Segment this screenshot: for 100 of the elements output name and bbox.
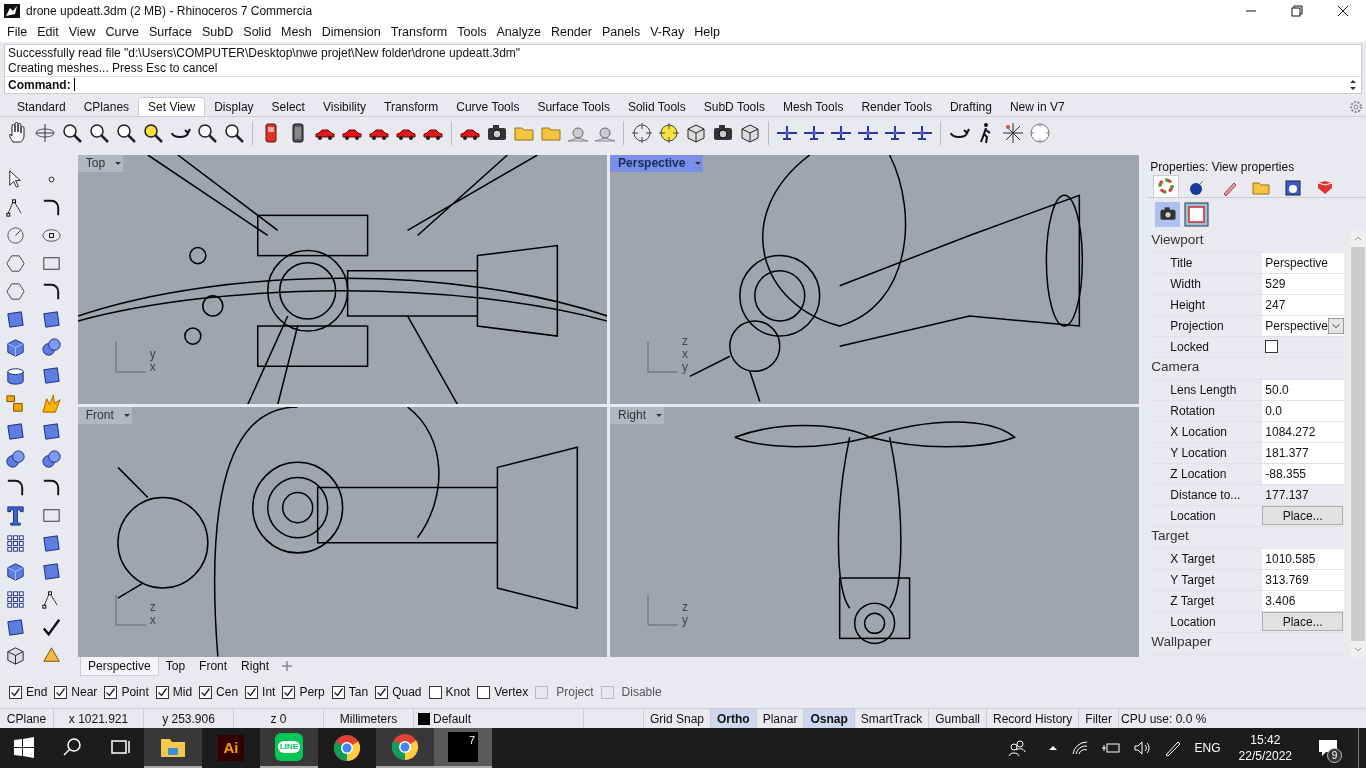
place-button[interactable]: Place... bbox=[1262, 506, 1343, 526]
speaker-icon[interactable] bbox=[1132, 740, 1151, 756]
viewport[interactable]: Top y x bbox=[77, 154, 608, 405]
viewport-tab[interactable]: Right bbox=[234, 657, 277, 676]
taskbar-app[interactable] bbox=[376, 728, 434, 768]
checkbox[interactable] bbox=[331, 685, 345, 699]
viewport-title[interactable]: Perspective bbox=[610, 154, 694, 172]
clock-time[interactable]: 15:42 bbox=[1250, 732, 1281, 748]
toolbar-tab[interactable]: Solid Tools bbox=[618, 97, 695, 116]
spheres-icon[interactable] bbox=[4, 447, 27, 471]
dropdown-caret-icon[interactable] bbox=[654, 407, 665, 425]
compass-icon[interactable] bbox=[1028, 120, 1052, 145]
frame-icon[interactable] bbox=[1184, 201, 1210, 227]
checkbox[interactable] bbox=[282, 685, 296, 699]
property-value[interactable]: Perspective bbox=[1262, 252, 1344, 273]
viewport[interactable]: Perspective z x y bbox=[610, 154, 1140, 405]
checkbox[interactable] bbox=[54, 685, 68, 699]
dropdown-caret-icon[interactable] bbox=[113, 154, 124, 172]
settings-icon[interactable] bbox=[1348, 98, 1364, 115]
checkbox[interactable] bbox=[375, 685, 389, 699]
toolbar-tab[interactable]: Select bbox=[262, 97, 314, 116]
viewport-title[interactable]: Top bbox=[77, 154, 114, 172]
checkbox[interactable] bbox=[245, 685, 259, 699]
menu-item[interactable]: Panels bbox=[596, 22, 646, 42]
toolbar-tab[interactable]: New in V7 bbox=[1000, 97, 1074, 116]
menu-item[interactable]: Edit bbox=[32, 22, 64, 42]
toolbar-tab[interactable]: Render Tools bbox=[852, 97, 941, 116]
people-icon[interactable] bbox=[1006, 738, 1027, 758]
menu-item[interactable]: Tools bbox=[452, 22, 492, 42]
checkbox[interactable] bbox=[155, 685, 169, 699]
menu-item[interactable]: Help bbox=[689, 22, 725, 42]
viewport-title[interactable]: Right bbox=[610, 407, 655, 425]
property-value[interactable]: 181.377 bbox=[1262, 442, 1344, 463]
clock-date[interactable]: 22/5/2022 bbox=[1238, 748, 1292, 764]
menu-item[interactable]: View bbox=[63, 22, 101, 42]
battery-icon[interactable] bbox=[1100, 741, 1121, 755]
property-value[interactable]: 0.0 bbox=[1262, 400, 1344, 421]
toolbar-tab[interactable]: CPlanes bbox=[74, 97, 139, 116]
sun-star-icon[interactable] bbox=[1001, 120, 1025, 145]
status-toggle[interactable]: Ortho bbox=[710, 709, 756, 728]
language-indicator[interactable]: ENG bbox=[1194, 739, 1221, 757]
help-window-icon[interactable] bbox=[1284, 178, 1303, 197]
checkbox[interactable] bbox=[428, 685, 442, 699]
menu-item[interactable]: Solid bbox=[238, 22, 277, 42]
status-toggle[interactable]: Osnap bbox=[803, 709, 854, 728]
spheres-icon[interactable] bbox=[39, 335, 63, 359]
place-button[interactable]: Place... bbox=[1262, 612, 1343, 632]
menu-item[interactable]: File bbox=[2, 22, 33, 42]
taskbar-app[interactable]: Ai bbox=[202, 728, 260, 768]
layer-name[interactable]: Default bbox=[433, 709, 472, 728]
checkbox[interactable] bbox=[104, 685, 118, 699]
wifi-icon[interactable] bbox=[1070, 740, 1089, 756]
viewport-title[interactable]: Front bbox=[77, 407, 122, 425]
checkbox[interactable] bbox=[9, 685, 22, 699]
property-value[interactable]: 1084.272 bbox=[1262, 421, 1344, 442]
menu-item[interactable]: Curve bbox=[100, 22, 144, 42]
toolbar-tab[interactable]: Mesh Tools bbox=[773, 97, 853, 116]
property-value[interactable]: 1010.585 bbox=[1262, 548, 1344, 569]
viewport-tab[interactable]: Perspective bbox=[80, 656, 159, 676]
menu-item[interactable]: Mesh bbox=[276, 22, 317, 42]
property-value[interactable]: 529 bbox=[1262, 273, 1344, 294]
checkbox[interactable] bbox=[477, 685, 491, 699]
checkbox[interactable] bbox=[199, 685, 213, 699]
toolbar-tab[interactable]: Transform bbox=[375, 97, 448, 116]
spheres-icon[interactable] bbox=[39, 447, 63, 471]
menu-item[interactable]: V-Ray bbox=[645, 22, 690, 42]
projection-dropdown[interactable]: Perspective bbox=[1262, 315, 1344, 336]
taskbar-app[interactable] bbox=[144, 728, 202, 768]
target-icon[interactable] bbox=[657, 120, 681, 145]
property-value[interactable]: 247 bbox=[1262, 294, 1344, 315]
property-value[interactable]: -88.355 bbox=[1262, 463, 1344, 484]
panel-tab[interactable] bbox=[1153, 174, 1180, 197]
viewport[interactable]: Right z y bbox=[610, 407, 1140, 657]
property-value[interactable]: 50.0 bbox=[1262, 379, 1344, 400]
viewport[interactable]: Front z x bbox=[77, 407, 608, 657]
toolbar-tab[interactable]: Curve Tools bbox=[447, 97, 529, 116]
dropdown-caret-icon[interactable] bbox=[121, 407, 132, 425]
toolbar-tab[interactable]: Drafting bbox=[940, 97, 1001, 116]
menu-item[interactable]: Dimension bbox=[316, 22, 386, 42]
toolbar-tab[interactable]: Display bbox=[205, 97, 263, 116]
viewport-tab[interactable]: Top bbox=[158, 657, 193, 676]
menu-item[interactable]: Transform bbox=[385, 22, 453, 42]
toolbar-tab[interactable]: Visibility bbox=[313, 97, 376, 116]
viewport-tab[interactable]: Front bbox=[192, 657, 235, 676]
menu-item[interactable]: SubD bbox=[197, 22, 239, 42]
toolbar-tab[interactable]: SubD Tools bbox=[694, 97, 774, 116]
menu-item[interactable]: Surface bbox=[143, 22, 197, 42]
property-value[interactable]: 313.769 bbox=[1262, 569, 1344, 590]
target-icon[interactable] bbox=[630, 120, 654, 145]
toolbar-tab[interactable]: Surface Tools bbox=[528, 97, 619, 116]
menu-item[interactable]: Analyze bbox=[491, 22, 546, 42]
checkbox[interactable] bbox=[1265, 340, 1279, 354]
toolbar-tab[interactable]: Set View bbox=[138, 96, 206, 116]
property-value[interactable]: 3.406 bbox=[1262, 590, 1344, 611]
menu-item[interactable]: Render bbox=[545, 22, 597, 42]
toolbar-tab[interactable]: Standard bbox=[8, 97, 75, 116]
dropdown-caret-icon[interactable] bbox=[693, 154, 704, 172]
text-glyph-icon[interactable] bbox=[4, 503, 27, 527]
taskbar-app[interactable]: 7 bbox=[434, 728, 492, 768]
layered-sheets-icon[interactable] bbox=[1316, 178, 1335, 197]
